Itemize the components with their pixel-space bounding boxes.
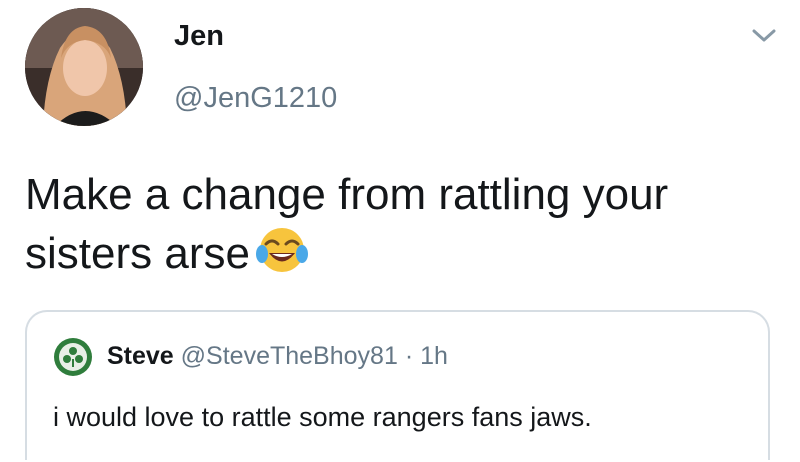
quoted-tweet[interactable]: Steve @SteveTheBhoy81 · 1h i would love …: [25, 310, 770, 460]
quoted-tweet-text: i would love to rattle some rangers fans…: [53, 402, 592, 432]
author-name[interactable]: Jen: [174, 20, 224, 53]
chevron-down-icon[interactable]: [750, 26, 778, 46]
quoted-author-name[interactable]: Steve: [107, 342, 174, 370]
quoted-author-handle[interactable]: @SteveTheBhoy81: [181, 342, 398, 370]
tweet-card: Jen @JenG1210 Make a change from rattlin…: [0, 0, 800, 462]
tweet-body: Make a change from rattling your sisters…: [25, 166, 765, 283]
author-avatar[interactable]: [25, 8, 143, 126]
author-handle[interactable]: @JenG1210: [174, 82, 337, 115]
avatar-photo: [25, 8, 143, 126]
quoted-tweet-header: Steve @SteveTheBhoy81 · 1h: [107, 342, 448, 371]
quoted-timestamp[interactable]: 1h: [420, 342, 448, 370]
club-crest-icon: [53, 337, 93, 377]
header-separator: ·: [404, 342, 414, 370]
tweet-text: Make a change from rattling your sisters…: [25, 170, 669, 278]
tears-of-joy-emoji-icon: [255, 224, 308, 276]
